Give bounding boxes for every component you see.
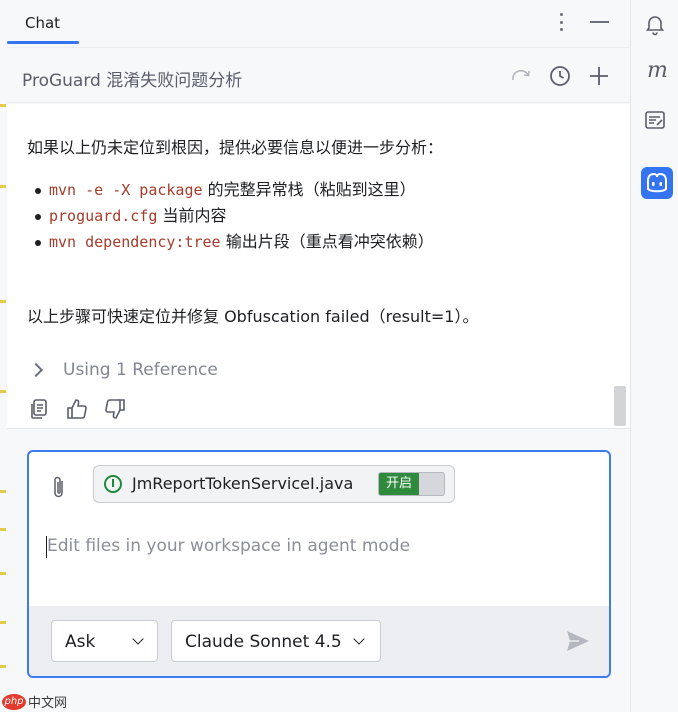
inline-code: mvn dependency:tree bbox=[49, 233, 221, 251]
copilot-icon bbox=[647, 172, 667, 193]
paperclip-icon[interactable] bbox=[51, 474, 67, 500]
chevron-down-icon bbox=[132, 633, 144, 645]
list-item: mvn dependency:tree 输出片段（重点看冲突依赖） bbox=[33, 229, 434, 255]
mode-select-value: Ask bbox=[65, 632, 96, 652]
copilot-chat-button[interactable] bbox=[641, 167, 673, 199]
chat-panel: Chat ProGuard 混淆失败问题分析 如果以上仍未定位到根因，提供必要信… bbox=[7, 0, 630, 712]
tool-window-tabbar: Chat bbox=[7, 0, 630, 46]
watermark-text: 中文网 bbox=[28, 696, 68, 711]
model-select-value: Claude Sonnet 4.5 bbox=[185, 632, 342, 652]
list-item: proguard.cfg 当前内容 bbox=[33, 203, 434, 229]
tab-active-indicator bbox=[7, 41, 79, 44]
message-bullets: mvn -e -X package 的完整异常栈（粘贴到这里） proguard… bbox=[33, 177, 434, 255]
kebab-menu-icon[interactable] bbox=[553, 10, 569, 34]
plus-icon[interactable] bbox=[587, 64, 611, 88]
gutter-mark bbox=[0, 104, 6, 107]
bullet-text: 的完整异常栈（粘贴到这里） bbox=[207, 180, 416, 199]
info-icon: I bbox=[104, 475, 122, 493]
divider bbox=[7, 428, 630, 429]
thumbs-down-icon[interactable] bbox=[103, 397, 127, 421]
gutter-mark bbox=[0, 185, 6, 188]
history-icon[interactable] bbox=[548, 64, 572, 88]
input-footer: Ask Claude Sonnet 4.5 bbox=[29, 606, 609, 676]
send-icon[interactable] bbox=[565, 628, 591, 654]
toggle-label: 开启 bbox=[379, 473, 419, 495]
tab-chat[interactable]: Chat bbox=[25, 14, 60, 32]
conversation-title: ProGuard 混淆失败问题分析 bbox=[22, 71, 243, 91]
feedback-row bbox=[27, 397, 127, 421]
notes-icon[interactable] bbox=[643, 108, 667, 132]
message-content: 如果以上仍未定位到根因，提供必要信息以便进一步分析： mvn -e -X pac… bbox=[7, 104, 630, 428]
watermark-logo: php bbox=[2, 693, 26, 710]
redo-icon[interactable] bbox=[509, 64, 533, 88]
bullet-text: 输出片段（重点看冲突依赖） bbox=[225, 232, 434, 251]
minimize-icon[interactable] bbox=[590, 21, 609, 23]
reference-label: Using 1 Reference bbox=[63, 360, 218, 380]
editor-gutter bbox=[0, 0, 7, 712]
chevron-down-icon bbox=[353, 633, 365, 645]
watermark: php 中文网 bbox=[2, 692, 67, 711]
gutter-mark bbox=[0, 572, 6, 575]
chat-input-box[interactable]: I JmReportTokenServiceI.java 开启 Edit fil… bbox=[27, 450, 611, 678]
m-icon[interactable]: m bbox=[647, 58, 668, 83]
reference-toggle[interactable]: Using 1 Reference bbox=[28, 358, 218, 382]
gutter-mark bbox=[0, 300, 6, 303]
message-outro: 以上步骤可快速定位并修复 Obfuscation failed（result=1… bbox=[27, 307, 479, 326]
chevron-right-icon bbox=[28, 362, 44, 378]
file-name: JmReportTokenServiceI.java bbox=[132, 474, 354, 493]
gutter-mark bbox=[0, 490, 6, 493]
prompt-input[interactable]: Edit files in your workspace in agent mo… bbox=[47, 536, 410, 556]
mode-select[interactable]: Ask bbox=[51, 620, 158, 662]
model-select[interactable]: Claude Sonnet 4.5 bbox=[171, 620, 381, 662]
bullet-text: 当前内容 bbox=[162, 206, 227, 225]
copy-icon[interactable] bbox=[27, 397, 51, 421]
thumbs-up-icon[interactable] bbox=[65, 397, 89, 421]
message-intro: 如果以上仍未定位到根因，提供必要信息以便进一步分析： bbox=[27, 138, 444, 157]
right-toolbar: m bbox=[630, 0, 678, 712]
gutter-mark bbox=[0, 390, 6, 393]
context-toggle[interactable]: 开启 bbox=[378, 472, 445, 496]
inline-code: mvn -e -X package bbox=[49, 181, 203, 199]
gutter-mark bbox=[0, 621, 6, 624]
conversation-header: ProGuard 混淆失败问题分析 bbox=[7, 47, 630, 103]
bell-icon[interactable] bbox=[643, 12, 667, 36]
scrollbar-thumb[interactable] bbox=[614, 386, 626, 426]
inline-code: proguard.cfg bbox=[49, 207, 158, 225]
file-context-chip[interactable]: I JmReportTokenServiceI.java 开启 bbox=[93, 465, 455, 503]
gutter-mark bbox=[0, 665, 6, 668]
list-item: mvn -e -X package 的完整异常栈（粘贴到这里） bbox=[33, 177, 434, 203]
gutter-mark bbox=[0, 528, 6, 531]
